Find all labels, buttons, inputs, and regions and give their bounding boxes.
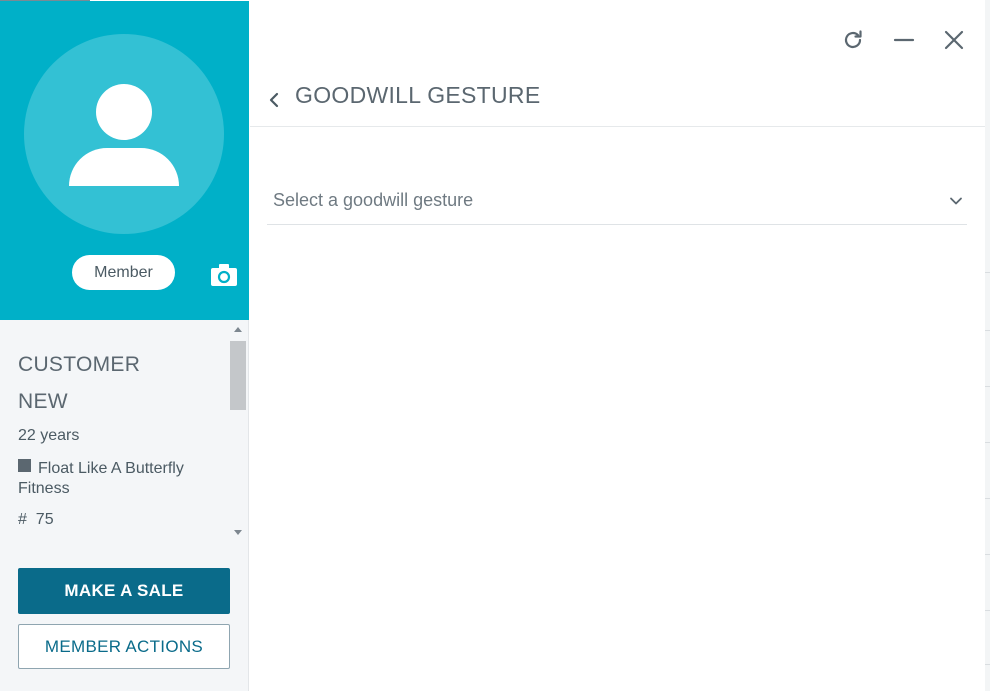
scroll-thumb[interactable]: [230, 341, 246, 410]
customer-type-label: CUSTOMER: [18, 353, 141, 376]
camera-icon[interactable]: [211, 264, 237, 286]
member-actions-button[interactable]: MEMBER ACTIONS: [18, 624, 230, 669]
home-club: Float Like A Butterfly Fitness: [18, 459, 218, 499]
member-status-label: NEW: [18, 390, 68, 413]
member-sidebar: Member CUSTOMER NEW 22 years Float Like …: [0, 1, 249, 691]
member-age: 22 years: [18, 427, 80, 444]
scroll-down-arrow-icon[interactable]: [234, 530, 242, 535]
select-placeholder: Select a goodwill gesture: [273, 190, 474, 210]
background-window-strip: [985, 0, 990, 691]
chevron-left-icon[interactable]: [266, 90, 282, 110]
panel-title: GOODWILL GESTURE: [295, 82, 541, 108]
home-club-name: Float Like A Butterfly Fitness: [18, 460, 184, 497]
membership-badge: Member: [72, 255, 175, 290]
hash-icon: #: [18, 511, 27, 528]
member-profile-header: Member: [0, 1, 249, 320]
user-avatar-icon[interactable]: [24, 34, 224, 234]
refresh-button[interactable]: [839, 26, 867, 54]
member-info-panel: CUSTOMER NEW 22 years Float Like A Butte…: [0, 321, 249, 546]
header-divider: [250, 126, 985, 127]
make-a-sale-button[interactable]: MAKE A SALE: [18, 568, 230, 614]
member-number-value: 75: [35, 511, 54, 528]
minimize-icon: [893, 38, 915, 42]
close-icon: [944, 30, 964, 50]
scroll-up-arrow-icon[interactable]: [234, 327, 242, 332]
minimize-button[interactable]: [890, 26, 918, 54]
goodwill-gesture-panel: GOODWILL GESTURE Select a goodwill gestu…: [250, 0, 985, 691]
info-scrollbar[interactable]: [229, 321, 247, 546]
chevron-down-icon: [950, 197, 962, 205]
member-number: # 75: [18, 511, 54, 529]
refresh-icon: [844, 30, 862, 49]
close-button[interactable]: [940, 26, 968, 54]
club-square-icon: [18, 459, 31, 472]
goodwill-gesture-select[interactable]: Select a goodwill gesture: [267, 180, 967, 225]
